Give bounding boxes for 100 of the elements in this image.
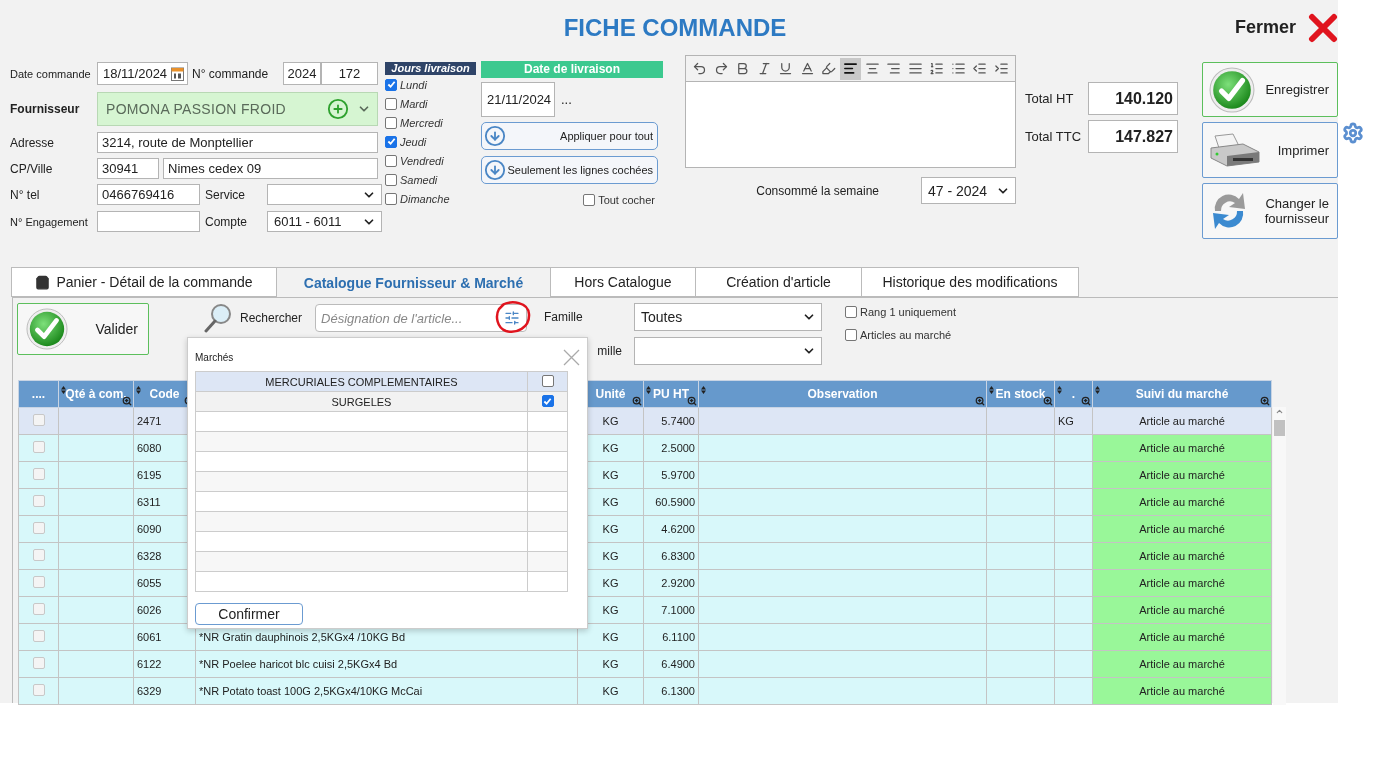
total-field[interactable]: 147.827 [1088,120,1178,153]
validate-button[interactable]: Valider [17,303,149,355]
year-field[interactable]: 2024 [283,62,321,85]
checkbox[interactable] [385,154,397,167]
checkbox[interactable] [385,97,397,110]
apply-button[interactable]: Appliquer pour tout [481,122,658,150]
dropdown[interactable]: 6011 - 6011 [267,211,382,232]
table-cell: *NR Potato toast 100G 2,5KGx4/10KG McCai [199,685,423,697]
checkbox[interactable] [32,549,45,561]
justify-icon [907,61,923,76]
table-cell: *NR Gratin dauphinois 2,5KGx4 /10KG Bd [199,631,406,643]
redo-icon [713,61,729,76]
checkbox[interactable] [385,192,397,205]
field-label: Compte [205,214,249,229]
dropdown[interactable]: 47 - 2024 [921,177,1016,204]
checkbox[interactable] [32,414,45,426]
table-cell: 4.6200 [661,523,695,535]
checkbox[interactable] [385,78,397,91]
text-field[interactable]: 30941 [97,158,159,179]
checkbox[interactable] [845,306,858,318]
table-cell: KG [602,442,619,454]
checkbox-label: Lundi [400,78,427,91]
checkbox-label: Articles au marché [860,329,952,341]
tab[interactable]: Création d'article [695,267,862,297]
zoom-icon [687,396,697,406]
text-field[interactable]: 3214, route de Monptellier [97,132,378,153]
arrow-down-icon [484,159,506,181]
checkbox[interactable] [32,468,45,480]
close-icon[interactable] [1308,12,1338,43]
field-label: N° Engagement [10,215,89,228]
text-field[interactable]: Nimes cedex 09 [163,158,378,179]
field-label: Total HT [1025,91,1074,106]
more-label: ... [561,92,572,107]
switch-button[interactable]: Changer le fournisseur [1202,183,1338,239]
scrollbar[interactable] [1273,407,1286,705]
close-icon[interactable] [563,348,580,366]
tab[interactable]: Historique des modifications [861,267,1079,297]
table-cell: 6.4900 [661,658,695,670]
add-icon[interactable] [327,98,349,120]
checkbox[interactable] [32,441,45,453]
checkbox[interactable] [541,395,554,408]
checkbox[interactable] [32,576,45,588]
date-field[interactable]: 21/11/2024 [481,82,555,117]
dropdown[interactable]: Toutes [634,303,823,331]
table-cell: 6090 [137,523,162,535]
table-cell: KG [602,631,619,643]
filter-icon[interactable] [504,310,521,326]
zoom-icon [122,396,132,406]
checkbox[interactable] [32,495,45,507]
checkbox[interactable] [32,630,45,642]
checkbox-label: Dimanche [400,192,450,205]
table-cell: 2.5000 [661,442,695,454]
checkbox[interactable] [385,116,397,129]
bullet-list-icon [950,61,966,76]
checkbox[interactable] [845,329,858,341]
undo-icon [692,61,708,76]
search-field[interactable]: Désignation de l'article... [315,304,528,332]
tab[interactable]: Panier - Détail de la commande [11,267,277,297]
date-field[interactable]: 18/11/2024 [97,62,188,85]
print-button[interactable]: Imprimer [1202,122,1338,178]
supplier-dropdown[interactable]: POMONA PASSION FROID [97,92,378,126]
outdent-icon [972,61,988,76]
tab[interactable]: Hors Catalogue [550,267,696,297]
dropdown[interactable] [267,184,382,205]
table-cell: 6080 [137,442,162,454]
checkbox[interactable] [583,194,596,206]
check-icon [26,308,68,350]
checkbox[interactable] [385,173,397,186]
checkbox[interactable] [541,374,554,387]
apply-button[interactable]: Seulement les lignes cochées [481,156,658,184]
dropdown[interactable] [634,337,823,365]
table-cell: KG [602,685,619,697]
table-cell: 6311 [137,496,161,508]
printer-icon [1209,132,1261,168]
search-icon [204,303,232,333]
italic-icon [756,61,772,76]
zoom-icon [632,396,642,406]
settings-icon[interactable] [1342,122,1364,144]
checkbox[interactable] [32,684,45,696]
align-left-button[interactable] [839,57,862,80]
checkbox[interactable] [385,135,397,148]
save-button[interactable]: Enregistrer [1202,62,1338,117]
total-field[interactable]: 140.120 [1088,82,1178,115]
checkbox-label: Mardi [400,97,428,110]
align-center-icon [864,61,880,76]
text-color-icon [799,61,815,76]
table-cell: Article au marché [1139,415,1225,427]
section-title: Jours livraison [385,62,476,75]
text-field[interactable]: 0466769416 [97,184,200,205]
field-label: N° tel [10,187,41,202]
text-field[interactable] [97,211,200,232]
search-label: Rechercher [240,311,303,325]
number-field[interactable]: 172 [321,62,378,85]
checkbox-label: Tout cocher [598,194,655,206]
field-label: Famille [544,310,584,324]
checkbox[interactable] [32,603,45,615]
scrollbar-thumb[interactable] [1274,420,1285,436]
confirm-button[interactable]: Confirmer [195,603,303,625]
checkbox[interactable] [32,657,45,669]
checkbox[interactable] [32,522,45,534]
